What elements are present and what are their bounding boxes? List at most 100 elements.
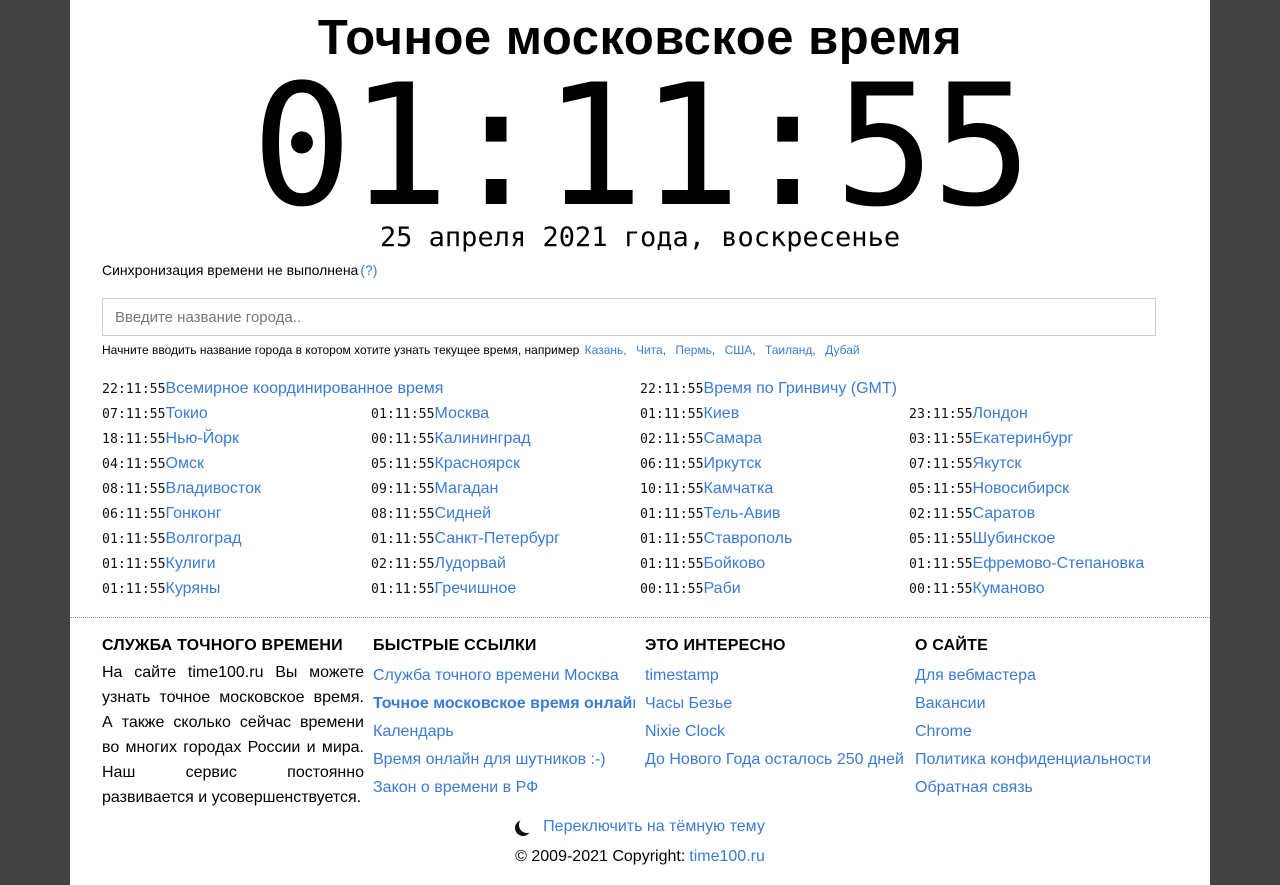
example-city-link[interactable]: США xyxy=(725,343,753,357)
sync-help-link[interactable]: (?) xyxy=(360,262,377,278)
footer-link[interactable]: Календарь xyxy=(373,723,454,740)
world-clock-item: 01:11:55Москва xyxy=(371,401,489,426)
zone-link[interactable]: Шубинское xyxy=(973,530,1056,547)
example-city-link[interactable]: Таиланд xyxy=(765,343,812,357)
zone-time: 01:11:55 xyxy=(371,532,435,547)
footer-about-links: О САЙТЕ Для вебмастера Вакансии Chrome П… xyxy=(915,636,1151,802)
footer-link[interactable]: Политика конфиденциальности xyxy=(915,751,1151,768)
zone-link[interactable]: Всемирное координированное время xyxy=(166,380,444,397)
zone-link[interactable]: Ефремово-Степановка xyxy=(973,555,1145,572)
zone-link[interactable]: Лудорвай xyxy=(435,555,506,572)
zone-link[interactable]: Омск xyxy=(166,455,204,472)
zone-link[interactable]: Камчатка xyxy=(704,480,774,497)
zone-time: 01:11:55 xyxy=(640,557,704,572)
zone-time: 01:11:55 xyxy=(909,557,973,572)
world-clock-row: 01:11:55Куряны 01:11:55Гречишное 00:11:55Р… xyxy=(102,576,1182,601)
zone-link[interactable]: Самара xyxy=(704,430,762,447)
footer-link-active[interactable]: Точное московское время онлайн xyxy=(373,695,635,712)
zone-link[interactable]: Екатеринбург xyxy=(973,430,1074,447)
zone-time: 01:11:55 xyxy=(640,507,704,522)
zone-link[interactable]: Время по Гринвичу (GMT) xyxy=(704,380,897,397)
footer-link[interactable]: Обратная связь xyxy=(915,779,1033,796)
zone-link[interactable]: Киев xyxy=(704,405,740,422)
world-clock-row: 01:11:55Кулиги 02:11:55Лудорвай 01:11:55Бо… xyxy=(102,551,1182,576)
zone-link[interactable]: Владивосток xyxy=(166,480,261,497)
zone-link[interactable]: Куряны xyxy=(166,580,221,597)
footer-link[interactable]: timestamp xyxy=(645,667,719,684)
footer-link[interactable]: Часы Безье xyxy=(645,695,732,712)
zone-link[interactable]: Кулиги xyxy=(166,555,216,572)
zone-link[interactable]: Магадан xyxy=(435,480,499,497)
world-clock-item: 01:11:55Гречишное xyxy=(371,576,516,601)
example-city-link[interactable]: Казань xyxy=(585,343,624,357)
world-clock-item: 01:11:55Бойково xyxy=(640,551,765,576)
zone-link[interactable]: Санкт-Петербург xyxy=(435,530,560,547)
city-search-input[interactable] xyxy=(102,298,1156,336)
zone-link[interactable]: Иркутск xyxy=(704,455,762,472)
world-clock-row: 01:11:55Волгоград 01:11:55Санкт-Петербург… xyxy=(102,526,1182,551)
zone-time: 08:11:55 xyxy=(102,482,166,497)
zone-link[interactable]: Волгоград xyxy=(166,530,242,547)
world-clock-item: 02:11:55Лудорвай xyxy=(371,551,506,576)
zone-link[interactable]: Куманово xyxy=(973,580,1045,597)
zone-time: 22:11:55 xyxy=(640,382,704,397)
footer-link[interactable]: Для вебмастера xyxy=(915,667,1036,684)
zone-time: 01:11:55 xyxy=(371,582,435,597)
dark-theme-link[interactable]: Переключить на тёмную тему xyxy=(543,818,765,835)
world-clock-item: 00:11:55Куманово xyxy=(909,576,1045,601)
zone-time: 05:11:55 xyxy=(371,457,435,472)
copyright-link[interactable]: time100.ru xyxy=(689,848,765,865)
moon-icon[interactable] xyxy=(519,817,535,833)
footer-link[interactable]: Chrome xyxy=(915,723,972,740)
zone-time: 07:11:55 xyxy=(909,457,973,472)
zone-time: 02:11:55 xyxy=(909,507,973,522)
world-clock-item: 03:11:55Екатеринбург xyxy=(909,426,1073,451)
footer-heading: СЛУЖБА ТОЧНОГО ВРЕМЕНИ xyxy=(102,637,343,654)
world-clock-item: 01:11:55Ефремово-Степановка xyxy=(909,551,1144,576)
world-clock-item: 02:11:55Самара xyxy=(640,426,762,451)
zone-link[interactable]: Гонконг xyxy=(166,505,222,522)
zone-time: 01:11:55 xyxy=(640,532,704,547)
world-clock-row: 08:11:55Владивосток 09:11:55Магадан 10:11:… xyxy=(102,476,1182,501)
world-clock-item: 18:11:55Нью-Йорк xyxy=(102,426,239,451)
world-clock-item: 23:11:55Лондон xyxy=(909,401,1028,426)
zone-time: 07:11:55 xyxy=(102,407,166,422)
footer-link[interactable]: Закон о времени в РФ xyxy=(373,779,538,796)
zone-time: 05:11:55 xyxy=(909,532,973,547)
zone-link[interactable]: Раби xyxy=(704,580,741,597)
zone-link[interactable]: Ставрополь xyxy=(704,530,793,547)
zone-link[interactable]: Калининград xyxy=(435,430,531,447)
footer-link[interactable]: Вакансии xyxy=(915,695,986,712)
example-city-link[interactable]: Дубай xyxy=(825,343,860,357)
world-clock-row: 18:11:55Нью-Йорк 00:11:55Калининград 02:11… xyxy=(102,426,1182,451)
zone-link[interactable]: Лондон xyxy=(973,405,1028,422)
world-clock-item: 07:11:55Токио xyxy=(102,401,208,426)
world-clock-item: 07:11:55Якутск xyxy=(909,451,1021,476)
zone-link[interactable]: Якутск xyxy=(973,455,1022,472)
zone-link[interactable]: Саратов xyxy=(973,505,1036,522)
footer-link[interactable]: Nixie Clock xyxy=(645,723,725,740)
zone-time: 10:11:55 xyxy=(640,482,704,497)
zone-link[interactable]: Красноярск xyxy=(435,455,520,472)
footer-link[interactable]: До Нового Года осталось 250 дней xyxy=(645,751,904,768)
zone-link[interactable]: Москва xyxy=(435,405,490,422)
example-city-link[interactable]: Чита xyxy=(636,343,663,357)
zone-link[interactable]: Новосибирск xyxy=(973,480,1070,497)
zone-link[interactable]: Бойково xyxy=(704,555,766,572)
world-clock-item: 22:11:55Всемирное координированное время xyxy=(102,376,443,401)
zone-time: 02:11:55 xyxy=(640,432,704,447)
example-city-link[interactable]: Пермь xyxy=(675,343,711,357)
world-clock-row: 07:11:55Токио 01:11:55Москва 01:11:55Киев 2… xyxy=(102,401,1182,426)
world-clock-item: 08:11:55Владивосток xyxy=(102,476,261,501)
footer-link[interactable]: Служба точного времени Москва xyxy=(373,667,619,684)
footer-service-section: СЛУЖБА ТОЧНОГО ВРЕМЕНИ На сайте time100.… xyxy=(102,636,364,810)
zone-link[interactable]: Токио xyxy=(166,405,208,422)
zone-link[interactable]: Нью-Йорк xyxy=(166,430,240,447)
zone-time: 23:11:55 xyxy=(909,407,973,422)
zone-link[interactable]: Тель-Авив xyxy=(704,505,781,522)
zone-link[interactable]: Сидней xyxy=(435,505,492,522)
zone-time: 22:11:55 xyxy=(102,382,166,397)
footer-link[interactable]: Время онлайн для шутников :-) xyxy=(373,751,606,768)
zone-link[interactable]: Гречишное xyxy=(435,580,517,597)
world-clock-item: 01:11:55Кулиги xyxy=(102,551,216,576)
